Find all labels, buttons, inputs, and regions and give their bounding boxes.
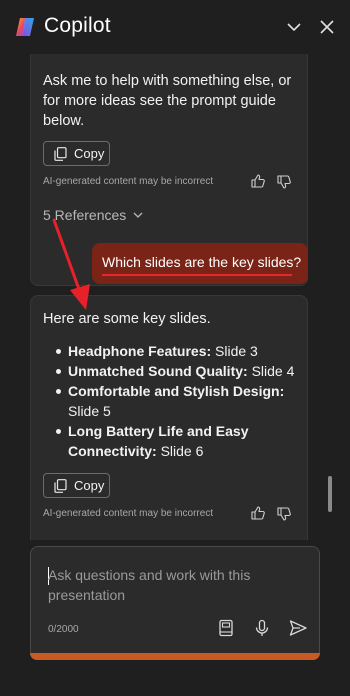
references-toggle[interactable]: 5 References xyxy=(43,207,144,223)
copilot-message: Here are some key slides. Headphone Feat… xyxy=(30,295,308,540)
thumbs-up-icon[interactable] xyxy=(250,173,266,189)
send-icon[interactable] xyxy=(288,618,308,638)
message-line: for more ideas see the prompt guide xyxy=(43,93,276,109)
copilot-logo-icon xyxy=(16,18,34,36)
copy-button-label: Copy xyxy=(74,146,105,161)
list-item-title: Unmatched Sound Quality: xyxy=(68,363,248,379)
list-item-detail: Slide 3 xyxy=(211,343,258,359)
scrollbar-thumb[interactable] xyxy=(328,476,332,512)
composer[interactable]: Ask questions and work with this present… xyxy=(30,546,320,660)
copy-icon xyxy=(54,478,67,493)
list-item: Headphone Features: Slide 3 xyxy=(56,341,296,361)
thumbs-down-icon[interactable] xyxy=(276,174,292,190)
references-label: 5 References xyxy=(43,207,127,223)
key-slides-list: Headphone Features: Slide 3 Unmatched So… xyxy=(56,341,296,461)
list-item: Unmatched Sound Quality: Slide 4 xyxy=(56,361,296,381)
list-item-detail: Slide 6 xyxy=(156,443,204,459)
user-message: Which slides are the key slides? xyxy=(92,243,308,284)
message-line: Ask me to help with something else, or xyxy=(43,73,292,89)
list-item: Comfortable and Stylish Design: Slide 5 xyxy=(56,381,296,421)
user-message-text: Which slides are the key slides? xyxy=(102,254,302,270)
chevron-down-icon xyxy=(133,212,143,218)
title-bar: Copilot xyxy=(0,0,350,54)
notebook-icon[interactable] xyxy=(216,618,236,638)
close-icon[interactable] xyxy=(318,18,336,36)
list-item-title: Headphone Features: xyxy=(68,343,212,359)
copy-button-label: Copy xyxy=(74,478,105,493)
composer-accent-bar xyxy=(30,653,320,660)
copy-icon xyxy=(54,146,67,161)
character-count: 0/2000 xyxy=(48,624,79,635)
microphone-icon[interactable] xyxy=(252,618,272,638)
copy-button[interactable]: Copy xyxy=(43,141,110,166)
prompt-input[interactable]: Ask questions and work with this present… xyxy=(48,565,278,605)
app-title: Copilot xyxy=(44,14,111,37)
list-item-detail: Slide 4 xyxy=(247,363,295,379)
list-item: Long Battery Life and Easy Connectivity:… xyxy=(56,421,296,461)
thumbs-up-icon[interactable] xyxy=(250,505,266,521)
message-line: below. xyxy=(43,113,85,129)
list-item-title: Comfortable and Stylish Design: xyxy=(68,383,285,399)
message-intro: Here are some key slides. xyxy=(43,311,211,327)
thumbs-down-icon[interactable] xyxy=(276,506,292,522)
highlight-underline xyxy=(102,274,292,276)
ai-disclaimer: AI-generated content may be incorrect xyxy=(43,508,214,519)
copy-button[interactable]: Copy xyxy=(43,473,110,498)
chat-history[interactable]: Ask me to help with something else, or f… xyxy=(0,54,350,540)
chevron-down-icon[interactable] xyxy=(285,18,303,36)
list-item-detail: Slide 5 xyxy=(68,403,111,419)
ai-disclaimer: AI-generated content may be incorrect xyxy=(43,176,214,187)
